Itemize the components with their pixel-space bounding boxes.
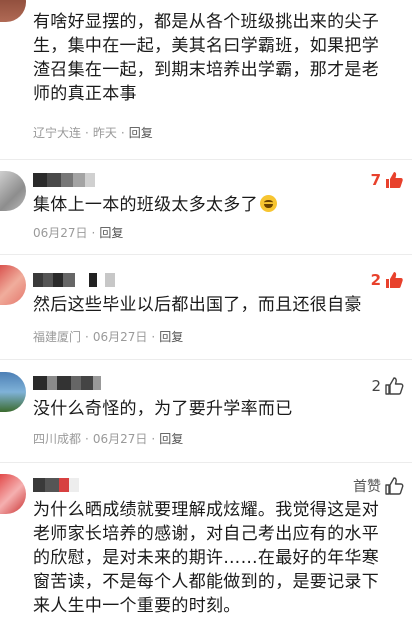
location: 福建厦门 xyxy=(33,330,82,344)
comment-meta: 辽宁大连 · 昨天 · 回复 xyxy=(33,124,153,141)
comment-text: 为什么晒成绩就要理解成炫耀。我觉得这是对老师家长培养的感谢，对自己考出应有的水平… xyxy=(33,500,379,616)
like-count: 首赞 xyxy=(353,479,381,495)
grinning-sweat-emoji xyxy=(259,195,277,212)
reply-button[interactable]: 回复 xyxy=(99,224,123,241)
username-blurred[interactable] xyxy=(33,376,101,390)
like-control[interactable]: 2 xyxy=(371,376,404,396)
comment-meta: 06月27日 · 回复 xyxy=(33,224,123,241)
reply-button[interactable]: 回复 xyxy=(159,430,183,447)
timestamp: 06月27日 xyxy=(92,432,148,446)
like-control[interactable]: 首赞 xyxy=(353,476,404,496)
avatar[interactable] xyxy=(0,372,26,412)
comment-meta: 福建厦门 · 06月27日 · 回复 xyxy=(33,328,183,345)
divider xyxy=(0,159,412,160)
comment-text: 没什么奇怪的，为了要升学率而已 xyxy=(33,399,293,419)
thumbs-up-icon xyxy=(386,172,403,188)
separator-dot: · xyxy=(151,431,156,446)
location: 四川成都 xyxy=(33,432,82,446)
like-count: 7 xyxy=(370,171,381,189)
reply-button[interactable]: 回复 xyxy=(159,328,183,345)
like-count: 2 xyxy=(371,377,381,395)
avatar[interactable] xyxy=(0,0,26,22)
comment-text: 有啥好显摆的，都是从各个班级挑出来的尖子生，集中在一起，美其名曰学霸班，如果把学… xyxy=(33,12,379,104)
separator-dot: · xyxy=(91,225,96,240)
like-control[interactable]: 2 xyxy=(371,270,404,290)
avatar[interactable] xyxy=(0,474,26,514)
timestamp: 06月27日 xyxy=(33,226,88,240)
thumbs-up-icon xyxy=(386,272,403,288)
username-blurred[interactable] xyxy=(33,173,95,187)
comment-text: 集体上一本的班级太多太多了 xyxy=(33,193,393,217)
separator-dot: · xyxy=(85,125,89,140)
divider xyxy=(0,462,412,463)
separator-dot: · xyxy=(85,329,89,344)
comment-text: 然后这些毕业以后都出国了，而且还很自豪 xyxy=(33,295,362,315)
divider xyxy=(0,359,412,360)
separator-dot: · xyxy=(85,431,89,446)
thumbs-up-icon xyxy=(385,377,404,395)
divider xyxy=(0,254,412,255)
timestamp: 昨天 xyxy=(92,126,117,140)
separator-dot: · xyxy=(151,329,156,344)
timestamp: 06月27日 xyxy=(92,330,148,344)
username-blurred[interactable] xyxy=(33,273,115,287)
location: 辽宁大连 xyxy=(33,126,82,140)
separator-dot: · xyxy=(120,125,125,140)
avatar[interactable] xyxy=(0,265,26,305)
thumbs-up-icon xyxy=(385,477,404,495)
comment-text-content: 集体上一本的班级太多太多了 xyxy=(33,195,258,215)
like-count: 2 xyxy=(370,271,381,289)
like-control[interactable]: 7 xyxy=(371,170,404,190)
username-blurred[interactable] xyxy=(33,478,79,492)
comment-meta: 四川成都 · 06月27日 · 回复 xyxy=(33,430,183,447)
reply-button[interactable]: 回复 xyxy=(129,124,153,141)
avatar[interactable] xyxy=(0,171,26,211)
